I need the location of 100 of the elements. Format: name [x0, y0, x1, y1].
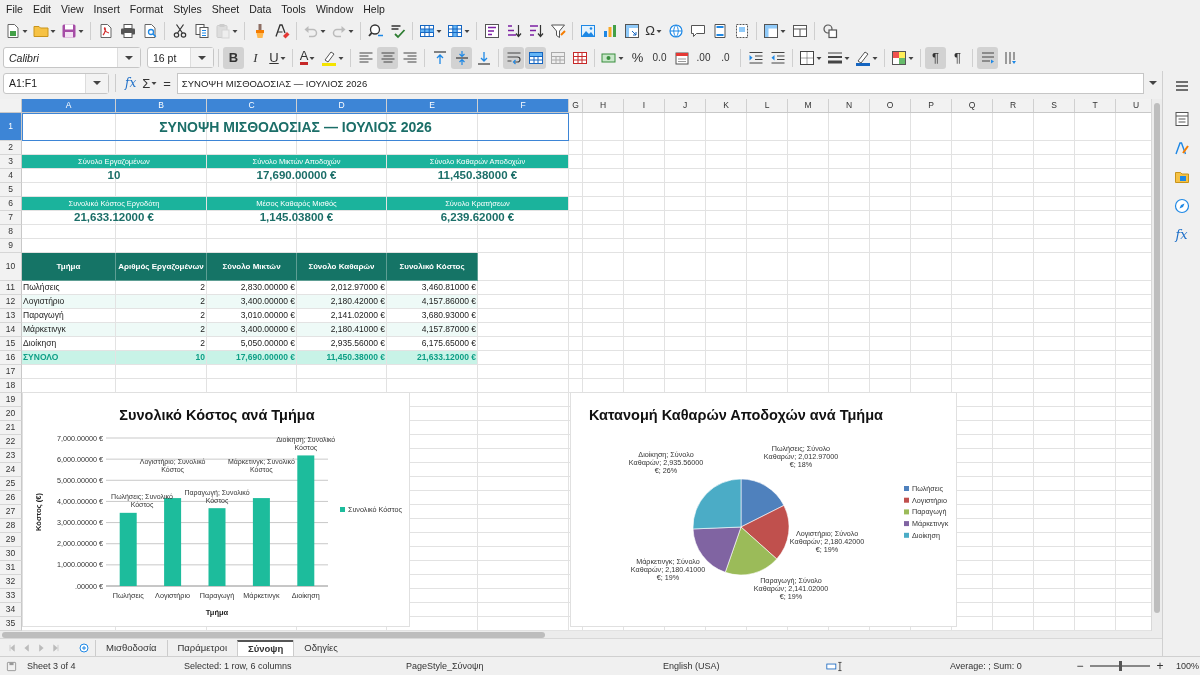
sheet-tab[interactable]: Μισθοδοσία: [95, 639, 167, 656]
formula-button[interactable]: =: [160, 73, 174, 94]
menu-item[interactable]: Format: [124, 2, 169, 15]
menu-item[interactable]: Styles: [168, 2, 207, 15]
name-box[interactable]: A1:F1: [3, 72, 109, 94]
conditional-icon[interactable]: [891, 49, 907, 66]
kpi-value: 10: [22, 168, 207, 183]
gallery-icon[interactable]: [1173, 169, 1190, 185]
freeze-icon[interactable]: [763, 22, 779, 39]
row-header[interactable]: 1: [0, 112, 22, 141]
sheet-tab[interactable]: Σύνοψη: [237, 639, 294, 656]
special-character-button[interactable]: Ω: [643, 19, 664, 42]
kpi-value: 1,145.03800 €: [207, 210, 387, 225]
menu-item[interactable]: Edit: [27, 2, 56, 15]
table-header: Σύνολο Καθαρών: [297, 252, 387, 281]
bold-button[interactable]: B: [223, 46, 244, 69]
menu-item[interactable]: Help: [358, 2, 390, 15]
column-header[interactable]: O: [870, 98, 911, 112]
formula-input[interactable]: ΣΥΝΟΨΗ ΜΙΣΘΟΔΟΣΙΑΣ — ΙΟΥΛΙΟΣ 2026: [176, 72, 1144, 94]
column-header[interactable]: P: [911, 98, 952, 112]
font-name-field[interactable]: Calibri: [3, 47, 141, 68]
add-decimal-button[interactable]: .00: [693, 46, 714, 69]
delete-decimal-button[interactable]: .0: [715, 46, 736, 69]
column-header[interactable]: T: [1075, 98, 1116, 112]
kpi-value: 11,450.38000 €: [387, 168, 569, 183]
caret-icon[interactable]: [93, 79, 101, 88]
column-header[interactable]: B: [116, 98, 207, 112]
selection-mode-icon[interactable]: [826, 660, 844, 672]
sheet-title: ΣΥΝΟΨΗ ΜΙΣΘΟΔΟΣΙΑΣ — ΙΟΥΛΙΟΣ 2026: [22, 112, 569, 141]
borders-icon[interactable]: [799, 49, 815, 66]
zoom-out-button[interactable]: −: [1074, 659, 1086, 673]
insert-rows-icon[interactable]: [419, 22, 435, 39]
zoom-percent: 100%: [1176, 661, 1200, 671]
column-header[interactable]: R: [993, 98, 1034, 112]
right-to-left-button[interactable]: ¶: [947, 46, 968, 69]
column-header[interactable]: A: [22, 98, 116, 112]
number-button[interactable]: 0.0: [649, 46, 670, 69]
column-header[interactable]: F: [478, 98, 569, 112]
table-header: Σύνολο Μικτών: [207, 252, 297, 281]
table-cell: 5,050.00000 €: [207, 336, 297, 351]
statistics: Average: ; Sum: 0: [950, 661, 1023, 671]
column-header[interactable]: K: [706, 98, 747, 112]
scrollbar-thumb[interactable]: [1154, 102, 1160, 613]
menu-item[interactable]: Window: [310, 2, 359, 15]
kpi-value: 21,633.12000 €: [22, 210, 207, 225]
scrollbar-thumb[interactable]: [2, 631, 545, 638]
column-header[interactable]: C: [207, 98, 297, 112]
font-color-button[interactable]: A: [297, 46, 318, 69]
expand-icon[interactable]: [1149, 79, 1157, 88]
chart-title: Κατανομή Καθαρών Αποδοχών ανά Τμήμα: [589, 406, 883, 423]
border-color-icon[interactable]: [855, 49, 871, 66]
percent-button[interactable]: %: [627, 46, 648, 69]
column-header[interactable]: L: [747, 98, 788, 112]
functions-button[interactable]: fx: [1175, 227, 1188, 242]
column-header[interactable]: S: [1034, 98, 1075, 112]
column-header[interactable]: E: [387, 98, 478, 112]
properties-icon[interactable]: [1173, 111, 1190, 127]
page-style: PageStyle_Σύνοψη: [406, 661, 485, 671]
table-cell: 3,680.93000 €: [387, 308, 478, 323]
column-header[interactable]: M: [788, 98, 829, 112]
left-to-right-button[interactable]: ¶: [925, 46, 946, 69]
table-header: Τμήμα: [22, 252, 116, 281]
column-header[interactable]: I: [624, 98, 665, 112]
table-header: Αριθμός Εργαζομένων: [116, 252, 207, 281]
styles-icon[interactable]: [1173, 140, 1190, 156]
italic-button[interactable]: I: [245, 46, 266, 69]
menu-item[interactable]: File: [1, 2, 28, 15]
menu-item[interactable]: Tools: [276, 2, 311, 15]
new-document-icon[interactable]: [5, 22, 21, 39]
table-cell: 2,830.00000 €: [207, 280, 297, 295]
menu-item[interactable]: View: [56, 2, 89, 15]
insert-columns-icon[interactable]: [447, 22, 463, 39]
underline-button[interactable]: U: [267, 46, 288, 69]
menu-item[interactable]: Insert: [88, 2, 125, 15]
sheet-tab[interactable]: Οδηγίες: [293, 639, 348, 656]
zoom-in-button[interactable]: +: [1154, 659, 1166, 673]
menu-item[interactable]: Sheet: [206, 2, 245, 15]
slider-thumb[interactable]: [1119, 661, 1122, 671]
column-header[interactable]: G: [569, 98, 583, 112]
column-header[interactable]: J: [665, 98, 706, 112]
caret-icon[interactable]: [198, 53, 206, 62]
menu-icon[interactable]: [1173, 78, 1190, 94]
column-header[interactable]: N: [829, 98, 870, 112]
caret-icon[interactable]: [125, 53, 133, 62]
navigator-icon[interactable]: [1173, 198, 1190, 214]
border-style-icon[interactable]: [827, 49, 843, 66]
legend-key-icon: [340, 506, 345, 512]
column-header[interactable]: D: [297, 98, 387, 112]
column-header[interactable]: Q: [952, 98, 993, 112]
table-cell: 2,141.02000 €: [297, 308, 387, 323]
font-size-field[interactable]: 16 pt: [147, 47, 214, 68]
save-icon[interactable]: [61, 22, 77, 39]
menu-item[interactable]: Data: [244, 2, 277, 15]
function-wizard-button[interactable]: fx: [122, 73, 140, 94]
add-sheet-icon[interactable]: [79, 642, 89, 653]
highlight-icon[interactable]: [321, 49, 337, 66]
row-header[interactable]: 10: [0, 252, 22, 281]
table-cell: 2: [116, 308, 207, 323]
sum-button[interactable]: Σ: [139, 73, 161, 94]
column-header[interactable]: H: [583, 98, 624, 112]
